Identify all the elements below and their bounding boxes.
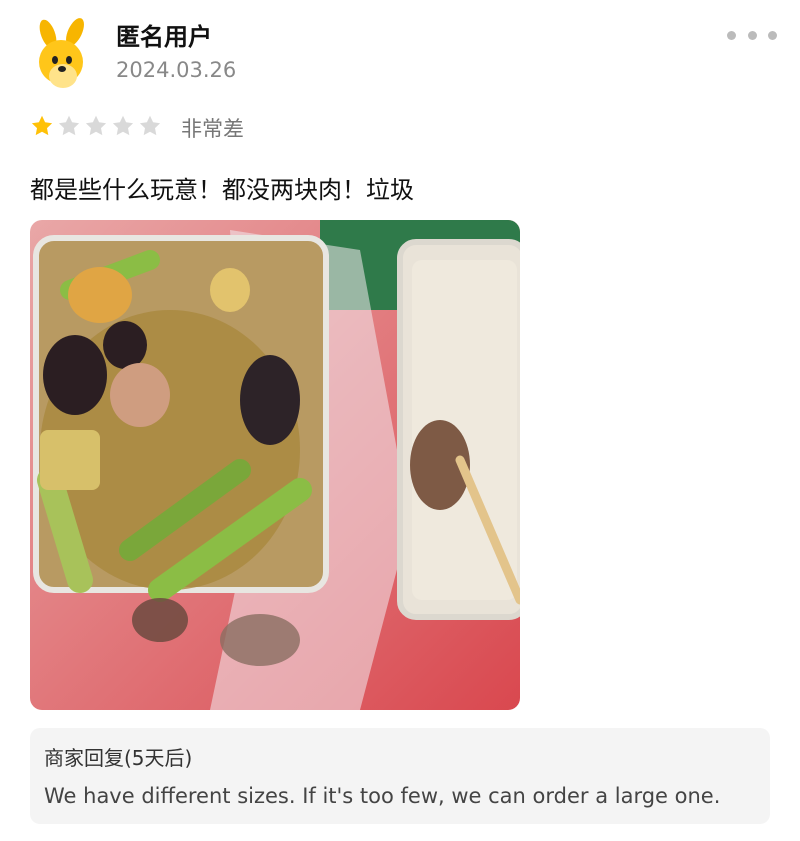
merchant-reply-text: We have different sizes. If it's too few… — [44, 784, 721, 808]
avatar[interactable] — [30, 18, 98, 90]
review-date: 2024.03.26 — [116, 58, 237, 82]
food-photo-icon — [30, 220, 520, 710]
more-dot-icon — [747, 30, 757, 40]
kangaroo-avatar-icon — [39, 18, 84, 88]
rating-label: 非常差 — [181, 117, 244, 141]
star-empty-icon — [58, 115, 80, 136]
merchant-reply: 商家回复(5天后) We have different sizes. If it… — [30, 728, 770, 824]
more-dot-icon — [727, 30, 736, 40]
more-options-button[interactable] — [727, 24, 777, 46]
more-dot-icon — [768, 30, 777, 40]
star-empty-icon — [139, 115, 161, 136]
review-text: 都是些什么玩意！都没两块肉！垃圾 — [30, 176, 414, 204]
star-filled-icon — [31, 115, 53, 136]
username: 匿名用户 — [116, 23, 212, 51]
star-rating — [30, 114, 162, 138]
star-empty-icon — [112, 115, 134, 136]
merchant-reply-title: 商家回复(5天后) — [44, 746, 193, 770]
star-empty-icon — [85, 115, 107, 136]
review-photo[interactable] — [30, 220, 520, 710]
